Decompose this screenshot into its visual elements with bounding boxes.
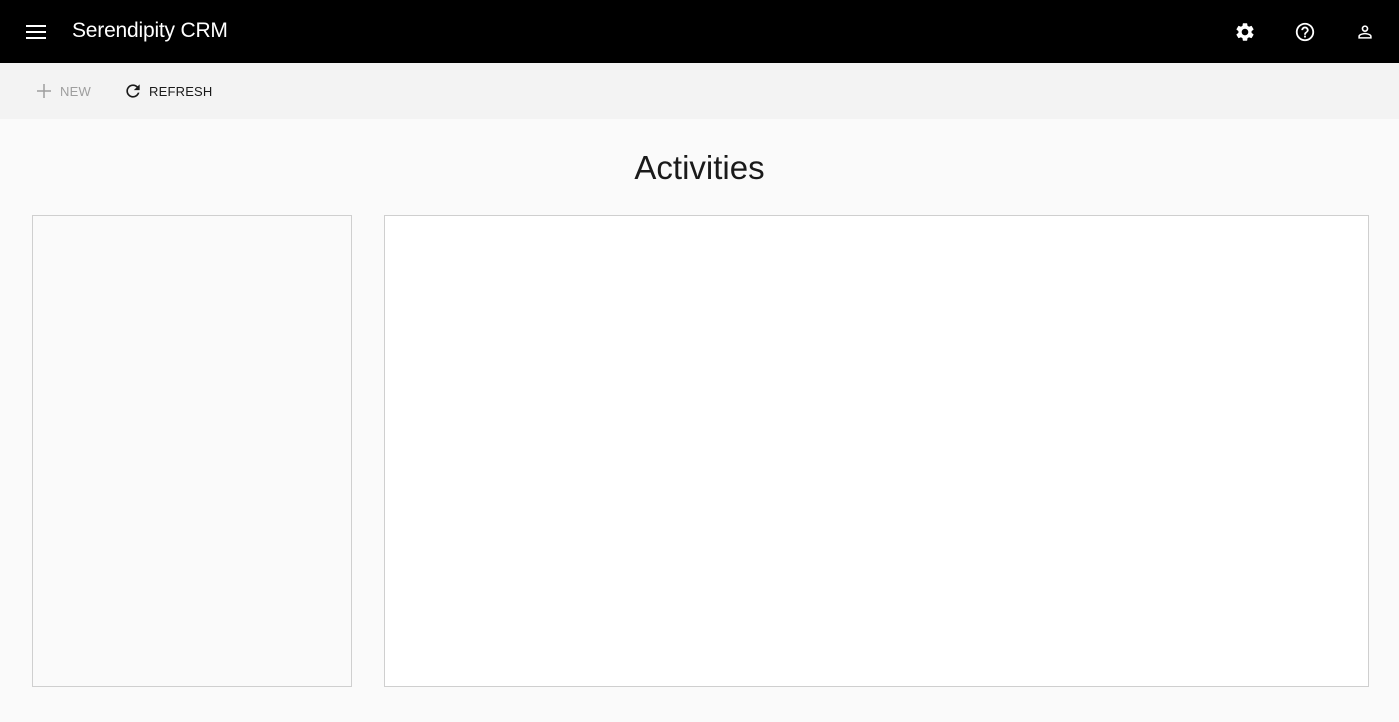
gear-icon — [1236, 23, 1254, 41]
refresh-icon — [123, 81, 143, 101]
activity-detail-panel[interactable] — [384, 215, 1369, 687]
plus-icon — [34, 81, 54, 101]
activity-list-panel[interactable] — [32, 215, 352, 687]
new-button-label: NEW — [60, 83, 91, 99]
settings-button[interactable] — [1225, 12, 1265, 52]
help-button[interactable] — [1285, 12, 1325, 52]
menu-button[interactable] — [16, 12, 56, 52]
app-title: Serendipity CRM — [72, 19, 228, 42]
hamburger-menu-icon — [26, 25, 46, 39]
action-toolbar: NEW REFRESH — [0, 63, 1399, 119]
app-header: Serendipity CRM — [0, 0, 1399, 63]
refresh-button-label: REFRESH — [149, 83, 213, 99]
new-button[interactable]: NEW — [34, 77, 91, 105]
help-circle-icon — [1295, 22, 1315, 42]
account-button[interactable] — [1345, 12, 1385, 52]
refresh-button[interactable]: REFRESH — [123, 77, 213, 105]
page-title: Activities — [634, 149, 765, 186]
person-icon — [1358, 25, 1372, 39]
